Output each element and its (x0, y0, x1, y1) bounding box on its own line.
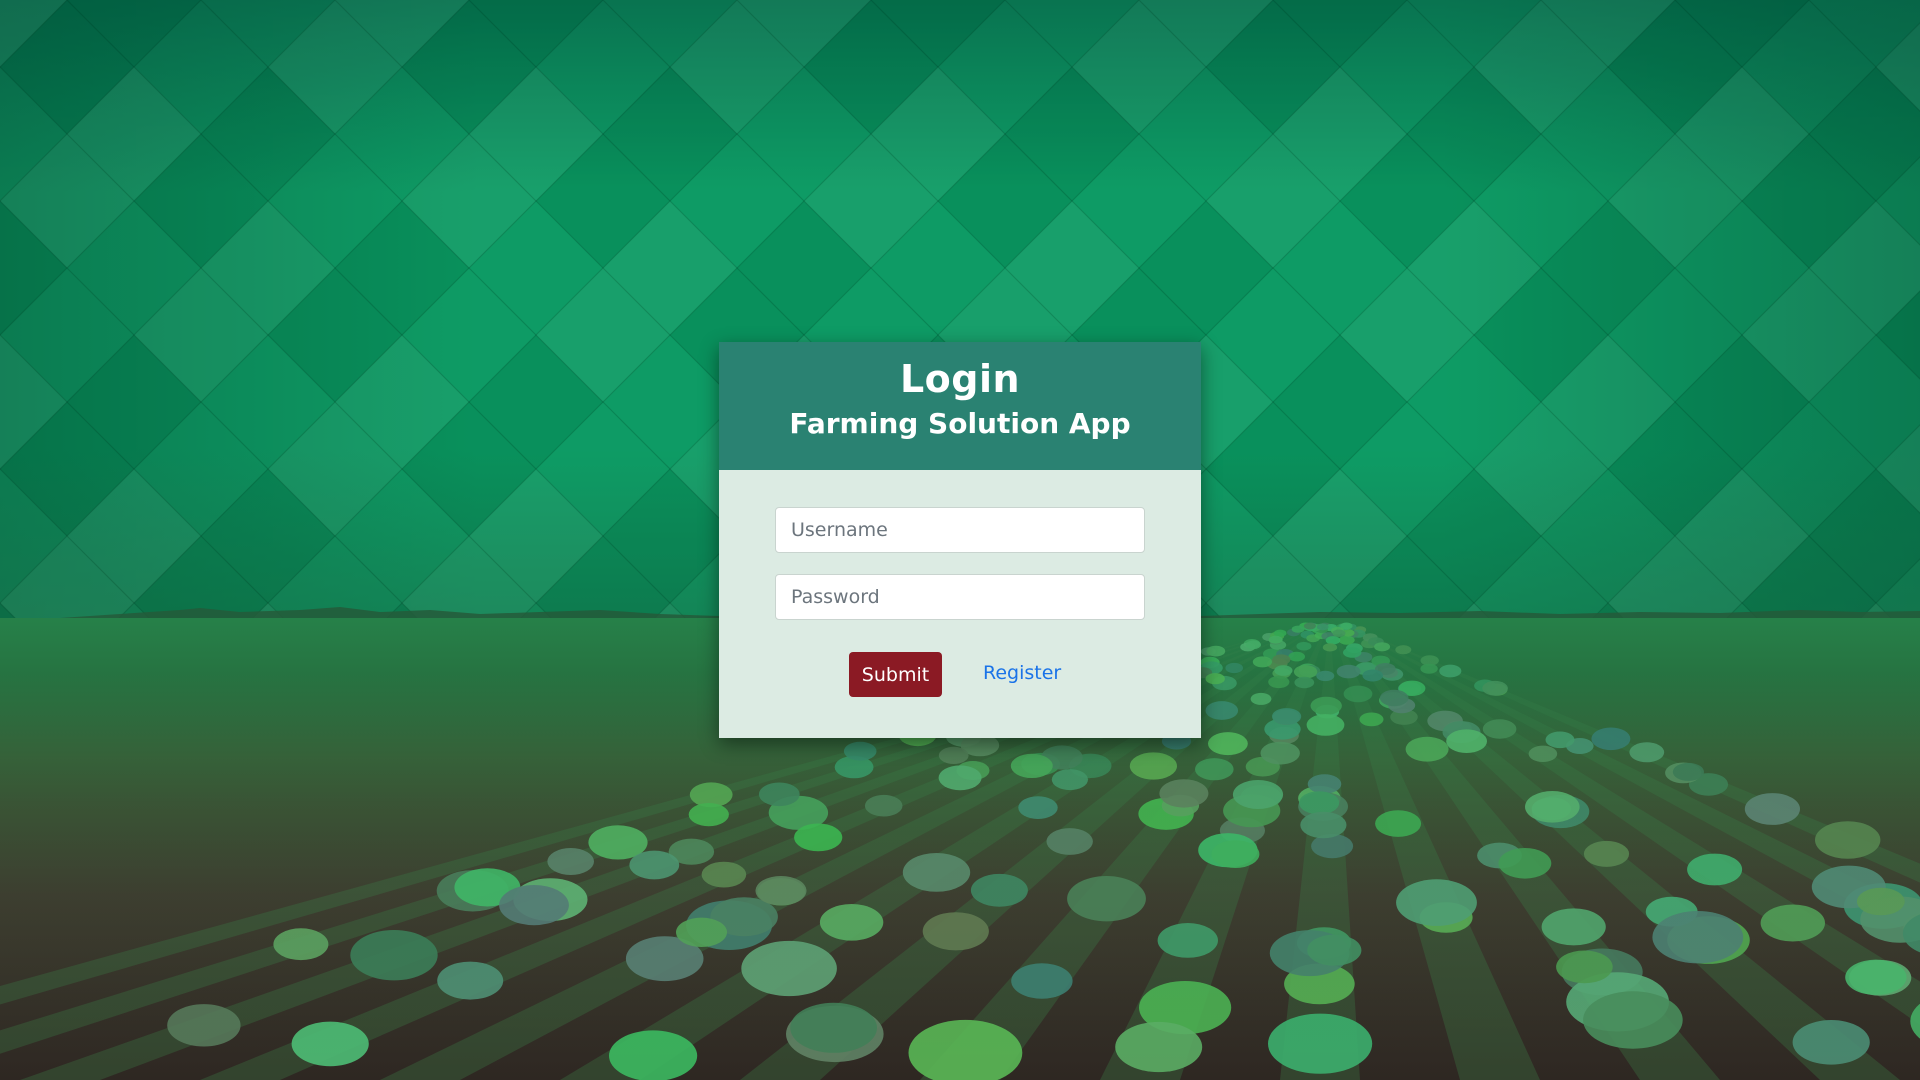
username-input[interactable] (775, 507, 1145, 553)
submit-button[interactable]: Submit (849, 652, 942, 697)
form-actions: Submit Register (719, 652, 1201, 698)
login-form: Submit Register (719, 470, 1201, 738)
register-link[interactable]: Register (983, 662, 1061, 684)
password-input[interactable] (775, 574, 1145, 620)
login-page: Login Farming Solution App Submit Regist… (0, 0, 1920, 1080)
app-name-subtitle: Farming Solution App (789, 407, 1131, 440)
login-card: Login Farming Solution App Submit Regist… (719, 342, 1201, 738)
login-card-header: Login Farming Solution App (719, 342, 1201, 470)
page-title: Login (899, 357, 1021, 401)
